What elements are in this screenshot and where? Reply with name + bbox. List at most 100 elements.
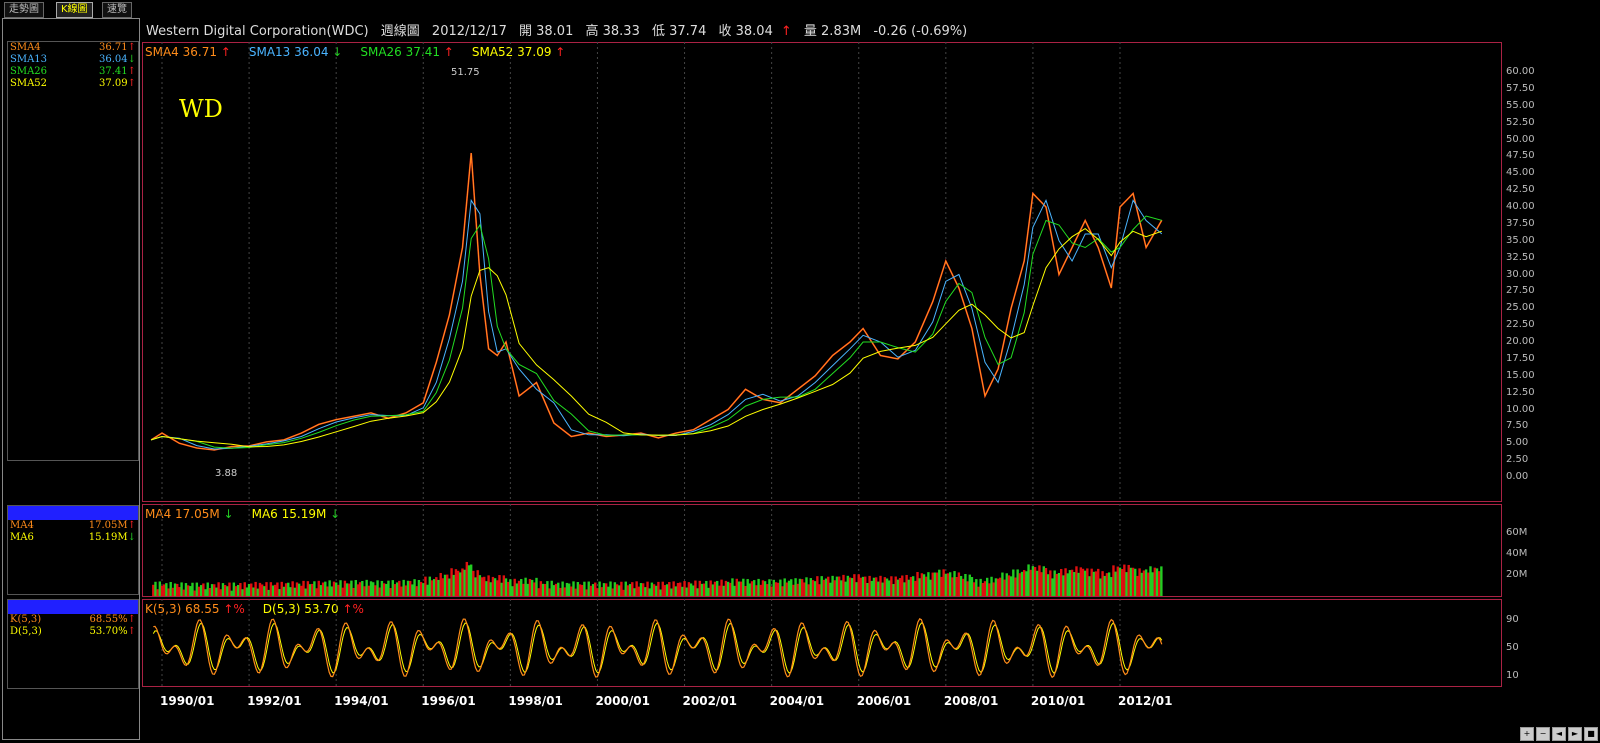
quote-low: 低 37.74: [652, 24, 707, 39]
tab-overview[interactable]: 速覽: [102, 2, 132, 18]
arrow-up-icon: ↑: [127, 520, 136, 531]
price-y-tick: 32.50: [1506, 251, 1535, 263]
price-y-tick: 10.00: [1506, 403, 1535, 415]
volume-indicator-row-value: 17.05M↑: [88, 520, 136, 531]
price-y-tick: 30.00: [1506, 268, 1535, 280]
kd-indicator-row-name: D(5,3): [10, 626, 42, 637]
price-indicator-row: SMA13 36.04↓: [8, 54, 138, 66]
price-indicator-box: SMA4 36.71↑ SMA13 36.04↓ SMA26 37.41↑ SMA52 37.…: [7, 41, 139, 461]
quote-header: Western Digital Corporation(WDC) 週線圖 201…: [146, 20, 1596, 40]
arrow-up-icon: ↑: [127, 614, 136, 625]
volume-y-tick: 20M: [1506, 568, 1528, 580]
scroll-left-icon[interactable]: ◄: [1552, 727, 1566, 741]
price-y-tick: 12.50: [1506, 386, 1535, 398]
quote-volume: 量 2.83M: [803, 24, 862, 39]
reset-icon[interactable]: ■: [1584, 727, 1598, 741]
price-y-tick: 57.50: [1506, 82, 1535, 94]
kd-indicator-row-name: K(5,3): [10, 614, 42, 625]
volume-indicator-row-name: MA6: [10, 532, 34, 543]
price-indicator-row: SMA26 37.41↑: [8, 66, 138, 78]
price-indicator-row-name: SMA13: [10, 54, 48, 65]
price-indicator-row-value: 37.09↑: [98, 78, 136, 89]
tab-bar: 走勢圖 K線圖 速覽: [0, 0, 1600, 18]
kd-indicator-row: K(5,3) 68.55%↑: [8, 614, 138, 626]
chart-type: 週線圖: [380, 24, 420, 39]
price-y-tick: 35.00: [1506, 234, 1535, 246]
x-axis-tick: 2012/01: [1118, 694, 1173, 708]
arrow-down-icon: ↓: [127, 54, 136, 65]
volume-chart-svg: [152, 504, 1163, 597]
price-y-tick: 50.00: [1506, 133, 1535, 145]
time-x-axis: 1990/01 1992/01 1994/01 1996/01 1998/01 2000/…: [142, 690, 1502, 712]
x-axis-tick: 1996/01: [421, 694, 476, 708]
quote-change: -0.26 (-0.69%): [873, 24, 968, 39]
zoom-in-icon[interactable]: +: [1520, 727, 1534, 741]
price-y-tick: 40.00: [1506, 201, 1535, 212]
kd-d-line: [152, 622, 1163, 674]
x-axis-tick: 2006/01: [856, 694, 912, 708]
kd-y-axis: 10 50 90: [1504, 599, 1594, 687]
kd-indicator-row: D(5,3) 53.70%↑: [8, 626, 138, 638]
arrow-up-icon: ↑: [127, 78, 136, 89]
price-y-tick: 45.00: [1506, 167, 1535, 179]
price-indicator-row-value: 37.41↑: [98, 66, 136, 77]
volume-indicator-row-value: 15.19M↓: [88, 532, 136, 543]
price-y-tick: 37.50: [1506, 217, 1535, 229]
price-indicator-row-name: SMA52: [10, 78, 48, 89]
price-y-tick: 7.50: [1506, 420, 1529, 432]
volume-y-tick: 60M: [1506, 526, 1528, 538]
price-y-tick: 20.00: [1506, 336, 1535, 347]
price-y-tick: 0.00: [1506, 471, 1529, 482]
price-y-tick: 2.50: [1506, 454, 1529, 466]
kd-y-tick: 50: [1506, 642, 1519, 653]
price-chart-svg: [150, 42, 1163, 502]
quote-high: 高 38.33: [585, 24, 640, 39]
company-name: Western Digital Corporation(WDC): [146, 24, 369, 39]
price-indicator-row: SMA4 36.71↑: [8, 42, 138, 54]
x-axis-tick: 2002/01: [682, 694, 738, 708]
x-axis-tick: 1998/01: [508, 694, 563, 708]
kd-indicator-row-value: 53.70%↑: [89, 626, 136, 637]
scroll-right-icon[interactable]: ►: [1568, 727, 1582, 741]
price-y-tick: 15.00: [1506, 369, 1535, 381]
price-y-tick: 55.00: [1506, 99, 1535, 111]
price-y-tick: 5.00: [1506, 437, 1529, 449]
price-y-tick: 42.50: [1506, 184, 1535, 196]
window-controls: + − ◄ ► ■: [1518, 721, 1598, 741]
kd-indicator-header: [8, 600, 138, 614]
x-axis-tick: 2008/01: [943, 694, 999, 708]
kd-k-line: [153, 617, 1163, 679]
close-up-arrow-icon: ↑: [780, 24, 792, 39]
price-y-tick: 25.00: [1506, 302, 1535, 314]
volume-indicator-row: MA6 15.19M↓: [8, 532, 138, 544]
x-axis-tick: 1990/01: [160, 694, 215, 708]
volume-indicator-row-name: MA4: [10, 520, 34, 531]
price-close-line: [150, 152, 1163, 451]
arrow-down-icon: ↓: [127, 532, 136, 543]
arrow-up-icon: ↑: [127, 626, 136, 637]
price-ma-line: [150, 152, 1163, 451]
kd-chart-svg: [152, 599, 1163, 687]
price-indicator-row-name: SMA4: [10, 42, 41, 53]
x-axis-tick: 2004/01: [769, 694, 825, 708]
price-candle-line: [150, 152, 1163, 451]
x-axis-tick: 2010/01: [1030, 694, 1086, 708]
left-info-panel: SMA4 36.71↑ SMA13 36.04↓ SMA26 37.41↑ SMA52 37.…: [2, 18, 140, 740]
price-ma-line: [150, 227, 1162, 448]
price-indicator-row-value: 36.04↓: [98, 54, 136, 65]
tab-trend[interactable]: 走勢圖: [4, 2, 44, 18]
tab-kline[interactable]: K線圖: [56, 2, 93, 18]
price-indicator-row-name: SMA26: [10, 66, 48, 77]
kd-indicator-box: K(5,3) 68.55%↑ D(5,3) 53.70%↑: [7, 599, 139, 689]
price-y-tick: 60.00: [1506, 66, 1535, 77]
arrow-up-icon: ↑: [127, 66, 136, 77]
kd-y-tick: 90: [1506, 614, 1519, 625]
quote-open: 開 38.01: [519, 24, 574, 39]
kd-y-tick: 10: [1506, 670, 1519, 681]
zoom-out-icon[interactable]: −: [1536, 727, 1550, 741]
volume-indicator-header: [8, 506, 138, 520]
price-ma-line: [150, 198, 1163, 450]
price-y-tick: 27.50: [1506, 285, 1535, 297]
x-axis-tick: 1994/01: [334, 694, 389, 708]
price-y-tick: 52.50: [1506, 116, 1535, 128]
